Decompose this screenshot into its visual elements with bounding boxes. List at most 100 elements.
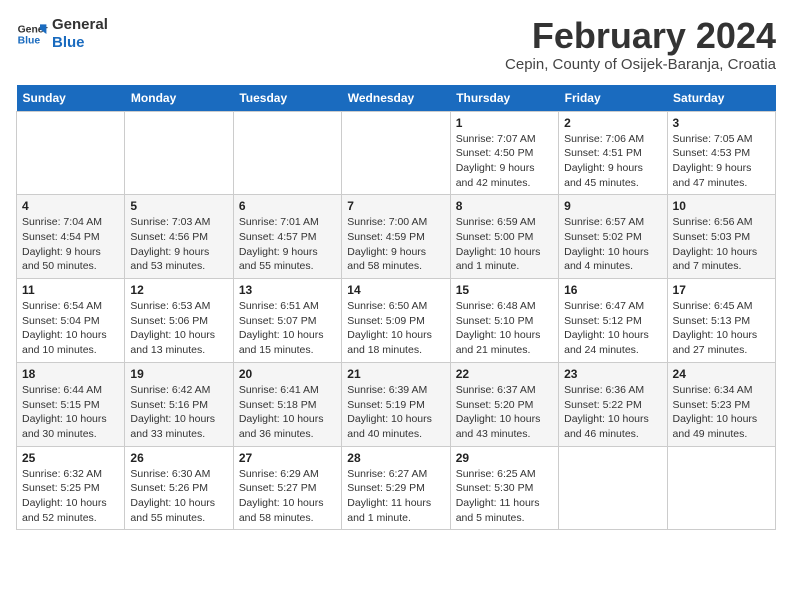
calendar-cell: [233, 111, 341, 195]
day-number: 4: [22, 199, 119, 213]
calendar-cell: 16 Sunrise: 6:47 AM Sunset: 5:12 PM Dayli…: [559, 279, 667, 363]
day-info: Sunrise: 6:50 AM Sunset: 5:09 PM Dayligh…: [347, 299, 444, 358]
day-info: Sunrise: 6:25 AM Sunset: 5:30 PM Dayligh…: [456, 467, 553, 526]
day-info: Sunrise: 6:27 AM Sunset: 5:29 PM Dayligh…: [347, 467, 444, 526]
calendar-cell: 4 Sunrise: 7:04 AM Sunset: 4:54 PM Daylig…: [17, 195, 125, 279]
calendar-cell: [125, 111, 233, 195]
header-tuesday: Tuesday: [233, 85, 341, 112]
main-title: February 2024: [505, 16, 776, 56]
day-number: 7: [347, 199, 444, 213]
day-number: 21: [347, 367, 444, 381]
day-info: Sunrise: 6:44 AM Sunset: 5:15 PM Dayligh…: [22, 383, 119, 442]
calendar-cell: 24 Sunrise: 6:34 AM Sunset: 5:23 PM Dayli…: [667, 362, 775, 446]
day-info: Sunrise: 7:00 AM Sunset: 4:59 PM Dayligh…: [347, 215, 444, 274]
day-info: Sunrise: 6:53 AM Sunset: 5:06 PM Dayligh…: [130, 299, 227, 358]
day-info: Sunrise: 6:37 AM Sunset: 5:20 PM Dayligh…: [456, 383, 553, 442]
day-number: 24: [673, 367, 770, 381]
svg-text:Blue: Blue: [18, 36, 41, 47]
calendar-cell: [559, 446, 667, 530]
day-number: 18: [22, 367, 119, 381]
day-info: Sunrise: 6:32 AM Sunset: 5:25 PM Dayligh…: [22, 467, 119, 526]
day-number: 12: [130, 283, 227, 297]
calendar-week-row: 25 Sunrise: 6:32 AM Sunset: 5:25 PM Dayli…: [17, 446, 776, 530]
day-info: Sunrise: 6:47 AM Sunset: 5:12 PM Dayligh…: [564, 299, 661, 358]
calendar-cell: 13Sunrise: 6:51 AM Sunset: 5:07 PM Dayli…: [233, 279, 341, 363]
day-number: 6: [239, 199, 336, 213]
day-number: 5: [130, 199, 227, 213]
calendar-cell: [17, 111, 125, 195]
day-info: Sunrise: 6:30 AM Sunset: 5:26 PM Dayligh…: [130, 467, 227, 526]
header-sunday: Sunday: [17, 85, 125, 112]
calendar-cell: 27 Sunrise: 6:29 AM Sunset: 5:27 PM Dayli…: [233, 446, 341, 530]
day-number: 11: [22, 283, 119, 297]
calendar-week-row: 11Sunrise: 6:54 AM Sunset: 5:04 PM Dayli…: [17, 279, 776, 363]
day-number: 14: [347, 283, 444, 297]
day-number: 10: [673, 199, 770, 213]
calendar-cell: 28 Sunrise: 6:27 AM Sunset: 5:29 PM Dayli…: [342, 446, 450, 530]
day-info: Sunrise: 6:34 AM Sunset: 5:23 PM Dayligh…: [673, 383, 770, 442]
day-number: 26: [130, 451, 227, 465]
calendar-cell: 10Sunrise: 6:56 AM Sunset: 5:03 PM Dayli…: [667, 195, 775, 279]
calendar-cell: 3 Sunrise: 7:05 AM Sunset: 4:53 PM Daylig…: [667, 111, 775, 195]
title-block: February 2024 Cepin, County of Osijek-Ba…: [505, 16, 776, 73]
day-number: 27: [239, 451, 336, 465]
day-number: 13: [239, 283, 336, 297]
calendar-cell: [667, 446, 775, 530]
day-number: 16: [564, 283, 661, 297]
calendar-week-row: 1 Sunrise: 7:07 AM Sunset: 4:50 PM Daylig…: [17, 111, 776, 195]
day-number: 19: [130, 367, 227, 381]
day-info: Sunrise: 7:05 AM Sunset: 4:53 PM Dayligh…: [673, 132, 770, 191]
header-saturday: Saturday: [667, 85, 775, 112]
logo-blue: Blue: [52, 34, 108, 52]
header-wednesday: Wednesday: [342, 85, 450, 112]
logo: General Blue General Blue: [16, 16, 108, 52]
header-thursday: Thursday: [450, 85, 558, 112]
day-info: Sunrise: 6:39 AM Sunset: 5:19 PM Dayligh…: [347, 383, 444, 442]
day-info: Sunrise: 6:45 AM Sunset: 5:13 PM Dayligh…: [673, 299, 770, 358]
day-number: 1: [456, 116, 553, 130]
header-friday: Friday: [559, 85, 667, 112]
calendar-cell: 9Sunrise: 6:57 AM Sunset: 5:02 PM Daylig…: [559, 195, 667, 279]
day-number: 9: [564, 199, 661, 213]
day-info: Sunrise: 7:06 AM Sunset: 4:51 PM Dayligh…: [564, 132, 661, 191]
calendar-cell: 12 Sunrise: 6:53 AM Sunset: 5:06 PM Dayli…: [125, 279, 233, 363]
calendar-cell: 17 Sunrise: 6:45 AM Sunset: 5:13 PM Dayli…: [667, 279, 775, 363]
calendar-table: SundayMondayTuesdayWednesdayThursdayFrid…: [16, 85, 776, 531]
day-info: Sunrise: 6:48 AM Sunset: 5:10 PM Dayligh…: [456, 299, 553, 358]
day-number: 23: [564, 367, 661, 381]
day-info: Sunrise: 6:41 AM Sunset: 5:18 PM Dayligh…: [239, 383, 336, 442]
calendar-cell: 25 Sunrise: 6:32 AM Sunset: 5:25 PM Dayli…: [17, 446, 125, 530]
day-info: Sunrise: 6:59 AM Sunset: 5:00 PM Dayligh…: [456, 215, 553, 274]
calendar-cell: 15 Sunrise: 6:48 AM Sunset: 5:10 PM Dayli…: [450, 279, 558, 363]
calendar-cell: 18 Sunrise: 6:44 AM Sunset: 5:15 PM Dayli…: [17, 362, 125, 446]
day-number: 29: [456, 451, 553, 465]
calendar-cell: 20 Sunrise: 6:41 AM Sunset: 5:18 PM Dayli…: [233, 362, 341, 446]
page-header: General Blue General Blue February 2024 …: [16, 16, 776, 73]
day-info: Sunrise: 7:04 AM Sunset: 4:54 PM Dayligh…: [22, 215, 119, 274]
day-number: 8: [456, 199, 553, 213]
calendar-cell: 2 Sunrise: 7:06 AM Sunset: 4:51 PM Daylig…: [559, 111, 667, 195]
day-info: Sunrise: 6:29 AM Sunset: 5:27 PM Dayligh…: [239, 467, 336, 526]
calendar-cell: 22Sunrise: 6:37 AM Sunset: 5:20 PM Dayli…: [450, 362, 558, 446]
day-number: 15: [456, 283, 553, 297]
calendar-cell: 6Sunrise: 7:01 AM Sunset: 4:57 PM Daylig…: [233, 195, 341, 279]
day-number: 17: [673, 283, 770, 297]
calendar-cell: 11Sunrise: 6:54 AM Sunset: 5:04 PM Dayli…: [17, 279, 125, 363]
calendar-cell: 23 Sunrise: 6:36 AM Sunset: 5:22 PM Dayli…: [559, 362, 667, 446]
calendar-week-row: 4 Sunrise: 7:04 AM Sunset: 4:54 PM Daylig…: [17, 195, 776, 279]
day-number: 2: [564, 116, 661, 130]
logo-general: General: [52, 16, 108, 34]
day-number: 28: [347, 451, 444, 465]
day-info: Sunrise: 7:03 AM Sunset: 4:56 PM Dayligh…: [130, 215, 227, 274]
header-monday: Monday: [125, 85, 233, 112]
day-number: 25: [22, 451, 119, 465]
day-info: Sunrise: 6:36 AM Sunset: 5:22 PM Dayligh…: [564, 383, 661, 442]
day-number: 20: [239, 367, 336, 381]
calendar-cell: 8 Sunrise: 6:59 AM Sunset: 5:00 PM Daylig…: [450, 195, 558, 279]
calendar-cell: 21 Sunrise: 6:39 AM Sunset: 5:19 PM Dayli…: [342, 362, 450, 446]
day-number: 3: [673, 116, 770, 130]
calendar-cell: [342, 111, 450, 195]
day-info: Sunrise: 7:07 AM Sunset: 4:50 PM Dayligh…: [456, 132, 553, 191]
logo-icon: General Blue: [16, 18, 48, 50]
day-info: Sunrise: 6:42 AM Sunset: 5:16 PM Dayligh…: [130, 383, 227, 442]
